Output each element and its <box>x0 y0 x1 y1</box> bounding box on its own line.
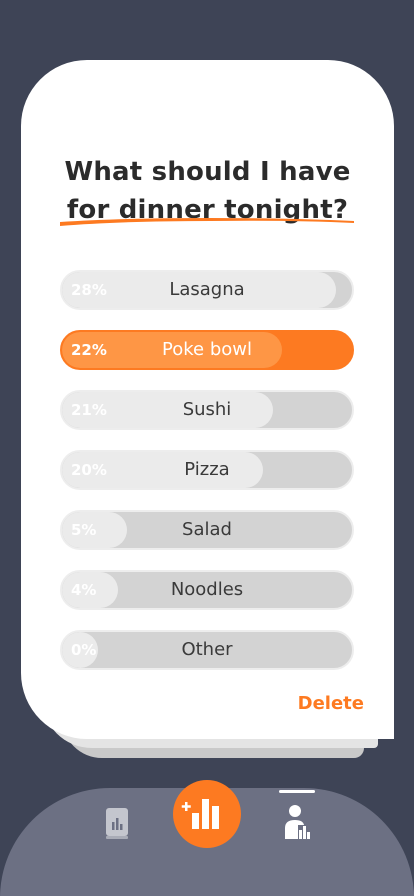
option-label: Sushi <box>182 399 232 420</box>
option-label: Poke bowl <box>162 339 252 360</box>
create-poll-button[interactable] <box>173 780 241 848</box>
option-label: Noodles <box>170 579 244 600</box>
question-underline <box>60 218 354 226</box>
poll-question-line-1: What should I have <box>64 157 351 187</box>
active-tab-indicator <box>279 790 315 793</box>
poll-option[interactable]: 22% Poke bowl <box>60 330 354 370</box>
option-label: Lasagna <box>169 279 245 300</box>
option-label: Salad <box>182 519 232 540</box>
poll-option[interactable]: 4% Noodles <box>60 570 354 610</box>
option-label: Pizza <box>184 459 230 480</box>
profile-stats-icon[interactable] <box>283 804 311 840</box>
option-label: Other <box>181 639 233 660</box>
poll-option[interactable]: 5% Salad <box>60 510 354 550</box>
poll-card-icon[interactable] <box>104 806 130 840</box>
poll-option[interactable]: 20% Pizza <box>60 450 354 490</box>
poll-option[interactable]: 0% Other <box>60 630 354 670</box>
delete-button[interactable]: Delete <box>298 693 364 714</box>
poll-option[interactable]: 28% Lasagna <box>60 270 354 310</box>
create-poll-icon <box>181 799 219 829</box>
poll-option[interactable]: 21% Sushi <box>60 390 354 430</box>
